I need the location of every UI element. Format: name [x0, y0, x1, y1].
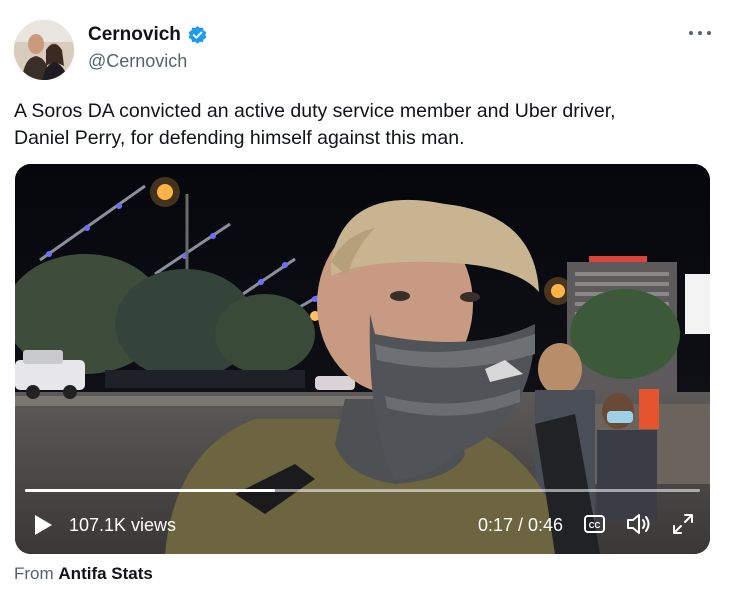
- progress-fill: [25, 489, 275, 492]
- video-frame: [15, 164, 710, 554]
- progress-bar[interactable]: [25, 489, 700, 492]
- tweet-text: A Soros DA convicted an active duty serv…: [14, 98, 714, 152]
- closed-captions-icon[interactable]: CC: [584, 515, 605, 533]
- video-source: From Antifa Stats: [14, 564, 153, 584]
- volume-icon[interactable]: [626, 512, 651, 536]
- more-icon[interactable]: [689, 28, 711, 38]
- author-name[interactable]: Cernovich: [88, 24, 181, 46]
- tweet-text-line: A Soros DA convicted an active duty serv…: [14, 100, 616, 122]
- author-handle[interactable]: @Cernovich: [88, 51, 187, 72]
- avatar-image: [14, 20, 74, 80]
- tweet-card: Cernovich @Cernovich A Soros DA convicte…: [0, 0, 731, 600]
- author-name-row: Cernovich: [88, 24, 208, 46]
- tweet-text-line: Daniel Perry, for defending himself agai…: [14, 127, 465, 149]
- video-player[interactable]: 107.1K views 0:17 / 0:46 CC: [15, 164, 710, 554]
- closed-captions-label: CC: [589, 521, 601, 530]
- play-icon[interactable]: [33, 514, 53, 536]
- video-source-name[interactable]: Antifa Stats: [58, 564, 152, 583]
- avatar[interactable]: [14, 20, 74, 80]
- video-time: 0:17 / 0:46: [478, 515, 564, 535]
- fullscreen-icon[interactable]: [672, 513, 694, 535]
- verified-badge-icon: [188, 25, 207, 44]
- video-controls: 107.1K views 0:17 / 0:46 CC: [15, 498, 710, 554]
- video-source-prefix: From: [14, 564, 54, 583]
- view-count: 107.1K views: [69, 515, 177, 535]
